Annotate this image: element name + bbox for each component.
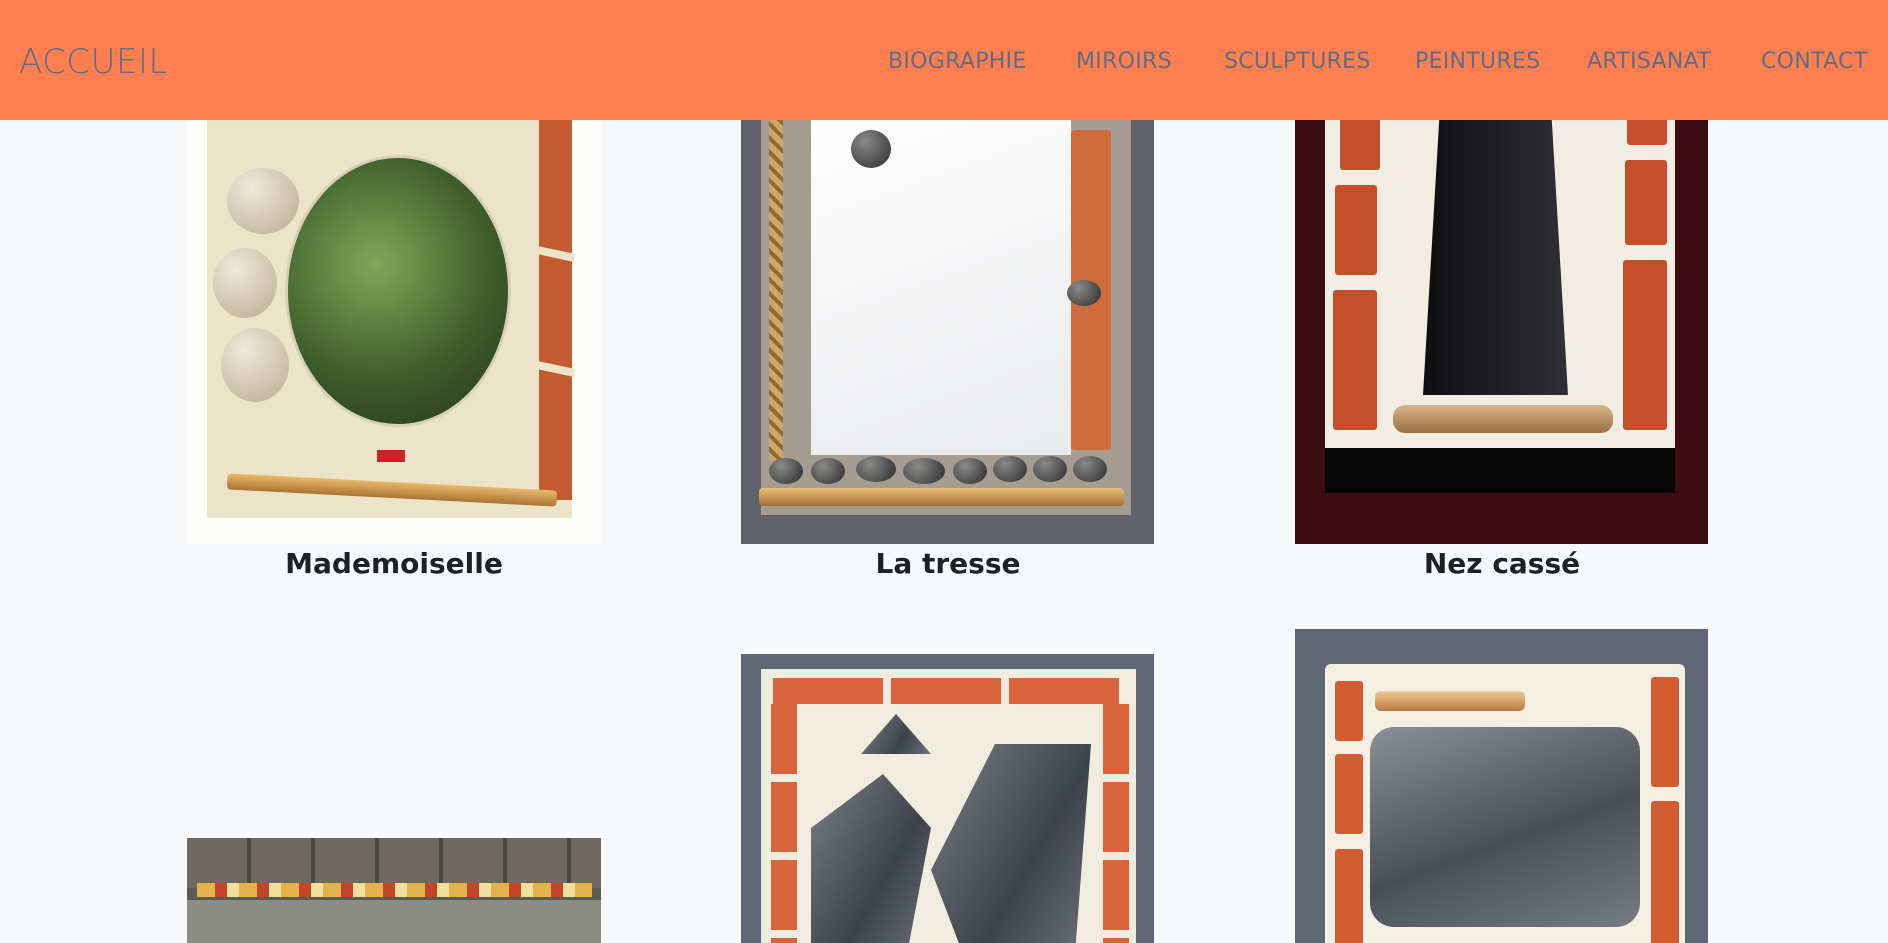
mirror-pane [1370,727,1640,927]
nav-item-contact[interactable]: CONTACT [1761,49,1867,74]
top-navbar: ACCUEIL BIOGRAPHIE MIROIRS SCULPTURES PE… [0,0,1888,120]
terracotta-tile [1651,677,1679,787]
bamboo-rod [759,488,1124,506]
terracotta-tile [1335,754,1363,834]
stone [811,458,845,484]
mirror-photo-mademoiselle[interactable] [187,100,601,544]
pebble [221,328,289,402]
terracotta-tiles-top [773,678,1123,704]
red-mark [377,450,405,462]
nav-item-artisanat[interactable]: ARTISANAT [1587,49,1711,74]
terracotta-tiles-right [1103,704,1129,943]
mirror-photo-rectangular[interactable] [1295,629,1708,943]
terracotta-stripe [539,100,572,500]
rectangular-mirror [811,100,1071,455]
mirror-photo-la-tresse[interactable] [741,100,1154,544]
stone [769,458,803,484]
nav-item-miroirs[interactable]: MIROIRS [1076,49,1172,74]
terracotta-tile [1335,681,1363,741]
caption-mademoiselle[interactable]: Mademoiselle [187,547,601,580]
dark-mirror [1423,100,1568,395]
mirror-photo-mosaic[interactable] [741,654,1154,943]
nav-item-biographie[interactable]: BIOGRAPHIE [888,49,1027,74]
floor [187,900,601,943]
braided-rope [769,100,783,460]
terracotta-tiles-left [771,704,797,943]
terracotta-tile [1651,801,1679,943]
oval-mirror [285,155,511,427]
nav-item-peintures[interactable]: PEINTURES [1415,49,1541,74]
stone [851,130,891,168]
stone [953,458,987,484]
terracotta-tile [1335,849,1363,943]
terracotta-tile [1335,185,1377,275]
nav-brand-accueil[interactable]: ACCUEIL [19,42,168,82]
pebble [227,168,299,234]
caption-nez-casse[interactable]: Nez cassé [1295,547,1709,580]
nose-shell [1393,405,1613,433]
pebble [213,248,277,318]
mosaic-band [197,883,592,897]
stone [1033,456,1067,482]
stone [1067,280,1101,306]
frame-shadow [1325,448,1675,493]
stone [1073,456,1107,482]
terracotta-tile [1625,160,1667,245]
bamboo-piece [1375,691,1525,711]
caption-la-tresse[interactable]: La tresse [741,547,1155,580]
stone [993,456,1027,482]
nav-item-sculptures[interactable]: SCULPTURES [1224,49,1371,74]
mirror-photo-nez-casse[interactable] [1295,100,1708,544]
terracotta-tile [1623,260,1667,430]
terracotta-tile [1333,290,1377,430]
stone-wall [187,838,601,888]
stone [856,456,896,482]
artwork-photo-panorama[interactable] [187,838,601,943]
stone [903,458,945,484]
